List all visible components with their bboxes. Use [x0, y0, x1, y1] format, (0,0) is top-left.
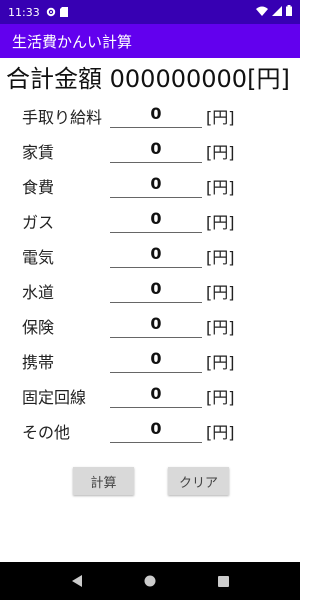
row-label: 水道 [22, 283, 55, 302]
status-time: 11:33 [8, 5, 40, 19]
row-label: 固定回線 [22, 388, 87, 407]
row-label: 家賃 [22, 143, 55, 162]
gear-icon [46, 7, 56, 17]
recents-icon[interactable] [218, 572, 230, 591]
clear-button[interactable]: クリア [168, 467, 229, 495]
row-label: 携帯 [22, 353, 55, 372]
calculate-button[interactable]: 計算 [73, 467, 134, 495]
other-input[interactable]: 0 [110, 417, 202, 443]
total-label: 合計金額 [6, 65, 102, 93]
row-unit: [円] [206, 318, 235, 337]
row-salary: 手取り給料 0 [円] [0, 100, 300, 130]
app-title: 生活費かんい計算 [12, 32, 133, 51]
row-gas: ガス 0 [円] [0, 205, 300, 235]
row-unit: [円] [206, 353, 235, 372]
status-bar: 11:33 [0, 0, 300, 24]
row-label: 手取り給料 [22, 108, 103, 127]
row-water: 水道 0 [円] [0, 275, 300, 305]
food-input[interactable]: 0 [110, 172, 202, 198]
signal-icon [272, 5, 282, 19]
row-label: 電気 [22, 248, 55, 267]
row-food: 食費 0 [円] [0, 170, 300, 200]
total-unit: [円] [247, 65, 290, 93]
row-unit: [円] [206, 248, 235, 267]
mobile-input[interactable]: 0 [110, 347, 202, 373]
gas-input[interactable]: 0 [110, 207, 202, 233]
app-bar: 生活費かんい計算 [0, 24, 300, 58]
row-electricity: 電気 0 [円] [0, 240, 300, 270]
row-rent: 家賃 0 [円] [0, 135, 300, 165]
navigation-bar [0, 562, 300, 600]
row-unit: [円] [206, 143, 235, 162]
row-unit: [円] [206, 178, 235, 197]
insurance-input[interactable]: 0 [110, 312, 202, 338]
row-unit: [円] [206, 423, 235, 442]
total-value: 000000000 [109, 65, 248, 93]
row-label: 食費 [22, 178, 55, 197]
row-label: ガス [22, 213, 55, 232]
row-other: その他 0 [円] [0, 415, 300, 445]
home-icon[interactable] [144, 572, 156, 591]
row-landline: 固定回線 0 [円] [0, 380, 300, 410]
row-mobile: 携帯 0 [円] [0, 345, 300, 375]
row-unit: [円] [206, 388, 235, 407]
water-input[interactable]: 0 [110, 277, 202, 303]
row-unit: [円] [206, 108, 235, 127]
salary-input[interactable]: 0 [110, 102, 202, 128]
rent-input[interactable]: 0 [110, 137, 202, 163]
row-insurance: 保険 0 [円] [0, 310, 300, 340]
battery-icon [286, 5, 292, 19]
electricity-input[interactable]: 0 [110, 242, 202, 268]
sd-card-icon [59, 7, 68, 17]
total-display: 合計金額 000000000[円] [6, 64, 300, 94]
row-label: その他 [22, 423, 71, 442]
wifi-icon [256, 6, 268, 19]
landline-input[interactable]: 0 [110, 382, 202, 408]
row-unit: [円] [206, 213, 235, 232]
row-unit: [円] [206, 283, 235, 302]
row-label: 保険 [22, 318, 55, 337]
status-right [256, 5, 292, 19]
back-icon[interactable] [71, 572, 83, 591]
